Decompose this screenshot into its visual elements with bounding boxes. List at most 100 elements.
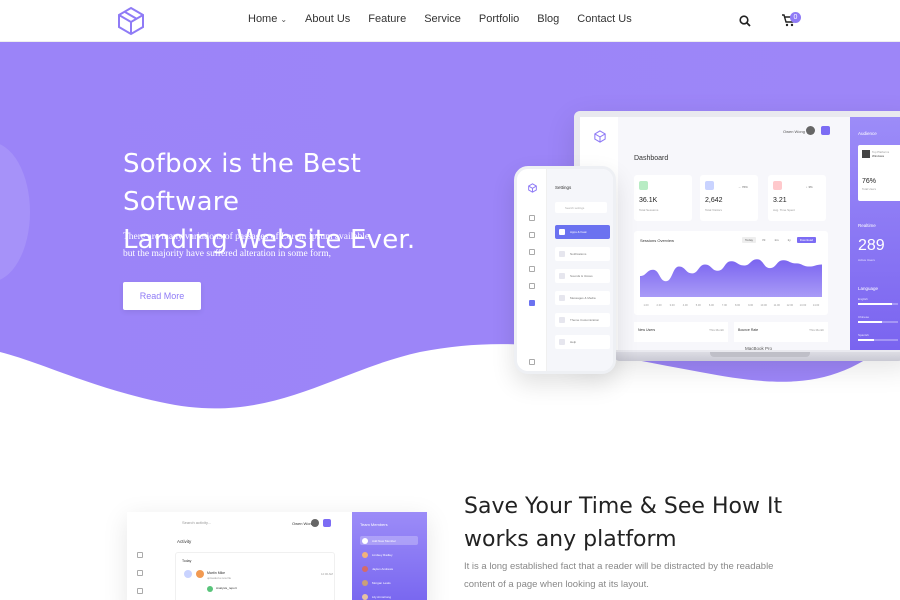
laptop-notch (710, 352, 810, 357)
main-menu: Home ⌄ About Us Feature Service Portfoli… (248, 13, 632, 25)
settings-item-icon (559, 273, 565, 279)
activity-icon (184, 570, 192, 578)
hero-description-line: but the majority have suffered alteratio… (123, 249, 331, 259)
logo-icon (528, 183, 537, 193)
team-member[interactable]: Lily Armstrong (360, 592, 418, 600)
language-bar (858, 321, 898, 323)
panel-title: Team Members (360, 522, 388, 527)
chevron-down-icon: ⌄ (280, 14, 288, 24)
file-icon[interactable] (529, 283, 535, 289)
activity-title[interactable]: Activity (177, 539, 191, 544)
settings-item[interactable]: Theme Customization (555, 313, 610, 327)
x-tick-label: 12.00 (787, 303, 794, 307)
activity-action: uploaded a new file (207, 576, 232, 580)
activity-card: Today Martin Mike uploaded a new file 12… (175, 552, 335, 600)
activity-search-input[interactable]: Search activity... (182, 520, 211, 525)
grid-icon[interactable] (137, 552, 143, 558)
profile-icon[interactable] (821, 126, 830, 135)
avatar[interactable] (311, 519, 319, 527)
x-tick-label: 3.00 (670, 303, 676, 307)
x-tick-label: 13.00 (800, 303, 807, 307)
x-tick-label: 14.00 (813, 303, 820, 307)
team-member[interactable]: Morgan Lewis (360, 578, 418, 587)
cart-count-badge: 0 (790, 12, 801, 23)
section-title-line: Save Your Time & See How It (464, 494, 783, 519)
settings-item[interactable]: Messages & Media (555, 291, 610, 305)
x-tick-label: 5.00 (696, 303, 702, 307)
stat-value: 2,642 (705, 197, 723, 204)
member-name: Add New Member (372, 539, 397, 543)
menu-item-label: Service (424, 13, 461, 25)
menu-item-blog[interactable]: Blog (537, 13, 559, 25)
menu-item-service[interactable]: Service (424, 13, 461, 25)
chat-icon[interactable] (529, 232, 535, 238)
settings-icon[interactable] (529, 300, 535, 306)
tab-1m[interactable]: 1m (771, 237, 781, 243)
team-member[interactable]: Lindsey Radley (360, 550, 418, 559)
sessions-area (640, 259, 822, 297)
menu-item-feature[interactable]: Feature (368, 13, 406, 25)
member-name: Morgan Lewis (372, 581, 391, 585)
calendar-icon[interactable] (529, 249, 535, 255)
menu-item-label: Home (248, 13, 278, 25)
card-period: This Month (809, 328, 824, 332)
language-label: Chinese (858, 315, 870, 319)
language-bar-fill (858, 303, 892, 305)
activity-file[interactable]: Analysis_report (216, 586, 237, 590)
settings-item[interactable]: Help (555, 335, 610, 349)
team-member[interactable]: Jaylen Andrews (360, 564, 418, 573)
tab-1y[interactable]: 1y (785, 237, 794, 243)
settings-item-label: Apps & Feat (570, 230, 587, 234)
tab-7d[interactable]: 7d (759, 237, 768, 243)
card-title: Sessions Overview (640, 238, 675, 243)
stat-label: Total Sessions (639, 208, 659, 212)
menu-item-about[interactable]: About Us (305, 13, 350, 25)
laptop-brand-label: MacBook Pro (745, 346, 773, 351)
member-name: Lindsey Radley (372, 553, 393, 557)
member-name: Jaylen Andrews (372, 567, 394, 571)
search-icon[interactable] (739, 15, 751, 27)
dashboard-title: Dashboard (634, 155, 669, 162)
download-button[interactable]: Download (796, 237, 817, 243)
hero-description-line: There are many variations of passages of… (123, 232, 372, 242)
profile-icon[interactable] (323, 519, 331, 527)
menu-item-contact[interactable]: Contact Us (577, 13, 631, 25)
sessions-icon (639, 181, 648, 190)
tab-today[interactable]: Today (742, 237, 757, 243)
stat-value: 36.1K (639, 197, 658, 204)
activity-time: 12:00 AM (321, 572, 333, 576)
avatar (362, 565, 368, 572)
menu-item-home[interactable]: Home ⌄ (248, 13, 287, 25)
settings-item[interactable]: Notifications (555, 247, 610, 261)
card-label: New Users (638, 328, 656, 332)
calendar-icon[interactable] (137, 588, 143, 594)
sessions-overview-card: Sessions Overview Today 7d 1m 1y Downloa… (634, 231, 828, 315)
stat-label: Avg. Time Spent (773, 208, 795, 212)
settings-item[interactable]: Apps & Feat (555, 225, 610, 239)
x-tick-label: 9.00 (748, 303, 754, 307)
logo-icon[interactable] (117, 6, 145, 36)
mail-icon[interactable] (529, 266, 535, 272)
read-more-button[interactable]: Read More (123, 282, 201, 310)
add-member-button[interactable]: Add New Member (360, 536, 418, 545)
stat-label: Total Visitors (705, 208, 722, 212)
menu-item-portfolio[interactable]: Portfolio (479, 13, 519, 25)
x-tick-label: 1.00 (643, 303, 649, 307)
logout-icon[interactable] (529, 359, 535, 365)
sessions-area-chart: 1.00 2.00 3.00 4.00 5.00 6.00 7.00 8.00 9.00 10.0… (640, 259, 822, 307)
language-bar (858, 303, 898, 305)
x-tick-label: 8.00 (735, 303, 741, 307)
section-title: Save Your Time & See How It works any pl… (464, 490, 804, 556)
avatar (196, 570, 204, 578)
settings-item[interactable]: Sounds & Voices (555, 269, 610, 283)
grid-icon[interactable] (529, 215, 535, 221)
x-tick-label: 11.00 (774, 303, 781, 307)
section-description: It is a long established fact that a rea… (464, 558, 804, 594)
settings-search-input[interactable]: Search settings (555, 202, 607, 213)
section-description-line: It is a long established fact that a rea… (464, 561, 774, 572)
avatar (362, 551, 368, 558)
avatar[interactable] (806, 126, 815, 135)
chat-icon[interactable] (137, 570, 143, 576)
card-subtitle: Windows (872, 154, 885, 158)
menu-item-label: Contact Us (577, 13, 632, 25)
